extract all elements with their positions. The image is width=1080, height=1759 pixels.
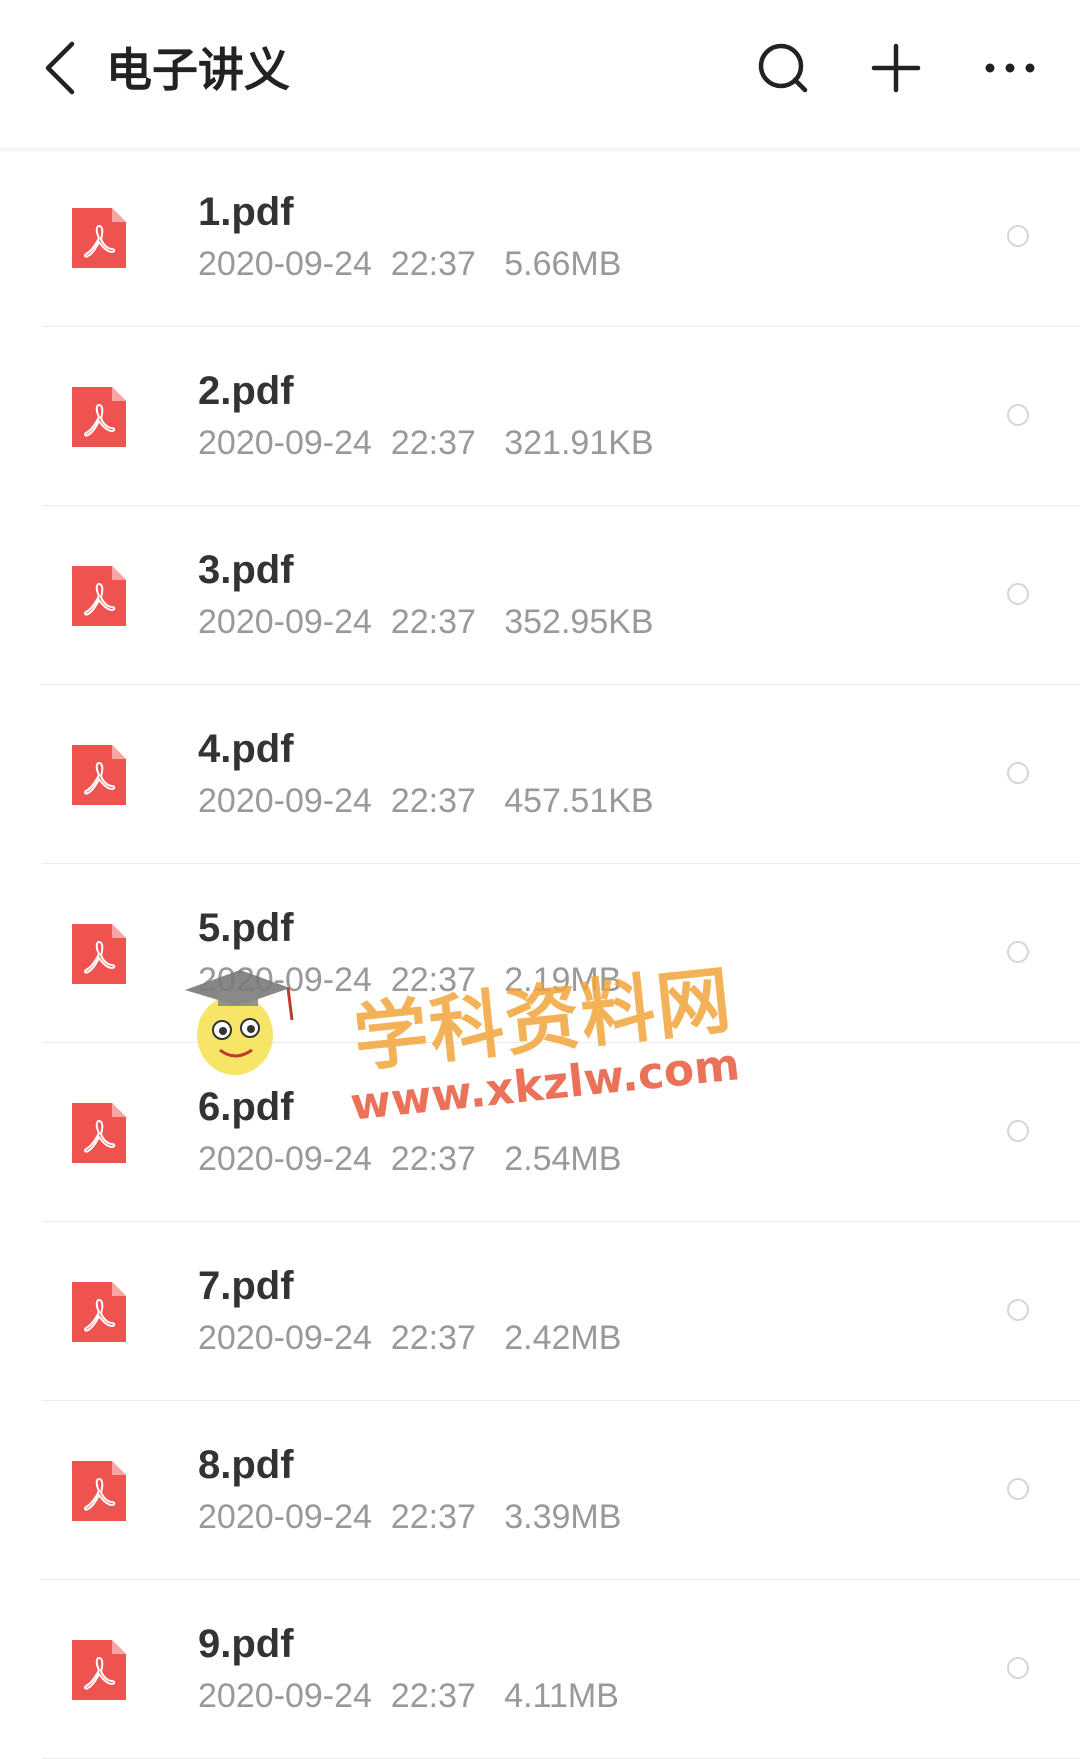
more-button[interactable] bbox=[974, 36, 1046, 100]
add-button[interactable] bbox=[860, 36, 932, 100]
file-name: 7.pdf bbox=[198, 1264, 294, 1308]
file-name: 6.pdf bbox=[198, 1085, 294, 1129]
file-row[interactable]: 1.pdf 2020-09-24 22:37 5.66MB bbox=[0, 148, 1080, 327]
pdf-file-icon bbox=[72, 924, 126, 984]
select-checkbox[interactable] bbox=[1007, 404, 1029, 426]
file-name: 1.pdf bbox=[198, 190, 294, 234]
file-row[interactable]: 3.pdf 2020-09-24 22:37 352.95KB bbox=[0, 506, 1080, 685]
pdf-file-icon bbox=[72, 1640, 126, 1700]
select-checkbox[interactable] bbox=[1007, 225, 1029, 247]
file-row[interactable]: 2.pdf 2020-09-24 22:37 321.91KB bbox=[0, 327, 1080, 506]
file-name: 9.pdf bbox=[198, 1622, 294, 1666]
file-row[interactable]: 5.pdf 2020-09-24 22:37 2.19MB bbox=[0, 864, 1080, 1043]
chevron-left-icon bbox=[45, 41, 75, 95]
file-row[interactable]: 4.pdf 2020-09-24 22:37 457.51KB bbox=[0, 685, 1080, 864]
pdf-file-icon bbox=[72, 745, 126, 805]
pdf-file-icon bbox=[72, 208, 126, 268]
select-checkbox[interactable] bbox=[1007, 1120, 1029, 1142]
file-row[interactable]: 9.pdf 2020-09-24 22:37 4.11MB bbox=[0, 1580, 1080, 1759]
pdf-file-icon bbox=[72, 1103, 126, 1163]
file-list: 1.pdf 2020-09-24 22:37 5.66MB 2.pdf 2020… bbox=[0, 148, 1080, 1759]
more-horizontal-icon bbox=[985, 63, 1035, 73]
select-checkbox[interactable] bbox=[1007, 1299, 1029, 1321]
file-meta: 2020-09-24 22:37 4.11MB bbox=[198, 1677, 619, 1715]
select-checkbox[interactable] bbox=[1007, 1478, 1029, 1500]
select-checkbox[interactable] bbox=[1007, 583, 1029, 605]
file-name: 3.pdf bbox=[198, 548, 294, 592]
back-button[interactable] bbox=[30, 36, 90, 100]
file-meta: 2020-09-24 22:37 2.19MB bbox=[198, 961, 622, 999]
top-app-bar: 电子讲义 bbox=[0, 0, 1080, 148]
file-meta: 2020-09-24 22:37 352.95KB bbox=[198, 603, 654, 641]
page-title: 电子讲义 bbox=[106, 44, 290, 96]
file-row[interactable]: 7.pdf 2020-09-24 22:37 2.42MB bbox=[0, 1222, 1080, 1401]
file-meta: 2020-09-24 22:37 457.51KB bbox=[198, 782, 654, 820]
file-meta: 2020-09-24 22:37 5.66MB bbox=[198, 245, 622, 283]
file-name: 4.pdf bbox=[198, 727, 294, 771]
search-button[interactable] bbox=[747, 36, 819, 100]
file-meta: 2020-09-24 22:37 3.39MB bbox=[198, 1498, 622, 1536]
file-row[interactable]: 8.pdf 2020-09-24 22:37 3.39MB bbox=[0, 1401, 1080, 1580]
pdf-file-icon bbox=[72, 1282, 126, 1342]
select-checkbox[interactable] bbox=[1007, 1657, 1029, 1679]
file-name: 8.pdf bbox=[198, 1443, 294, 1487]
pdf-file-icon bbox=[72, 1461, 126, 1521]
select-checkbox[interactable] bbox=[1007, 941, 1029, 963]
file-name: 2.pdf bbox=[198, 369, 294, 413]
file-meta: 2020-09-24 22:37 2.42MB bbox=[198, 1319, 622, 1357]
file-meta: 2020-09-24 22:37 321.91KB bbox=[198, 424, 654, 462]
plus-icon bbox=[871, 43, 921, 93]
search-icon bbox=[758, 43, 808, 93]
file-name: 5.pdf bbox=[198, 906, 294, 950]
select-checkbox[interactable] bbox=[1007, 762, 1029, 784]
pdf-file-icon bbox=[72, 387, 126, 447]
file-row[interactable]: 6.pdf 2020-09-24 22:37 2.54MB bbox=[0, 1043, 1080, 1222]
file-meta: 2020-09-24 22:37 2.54MB bbox=[198, 1140, 622, 1178]
pdf-file-icon bbox=[72, 566, 126, 626]
